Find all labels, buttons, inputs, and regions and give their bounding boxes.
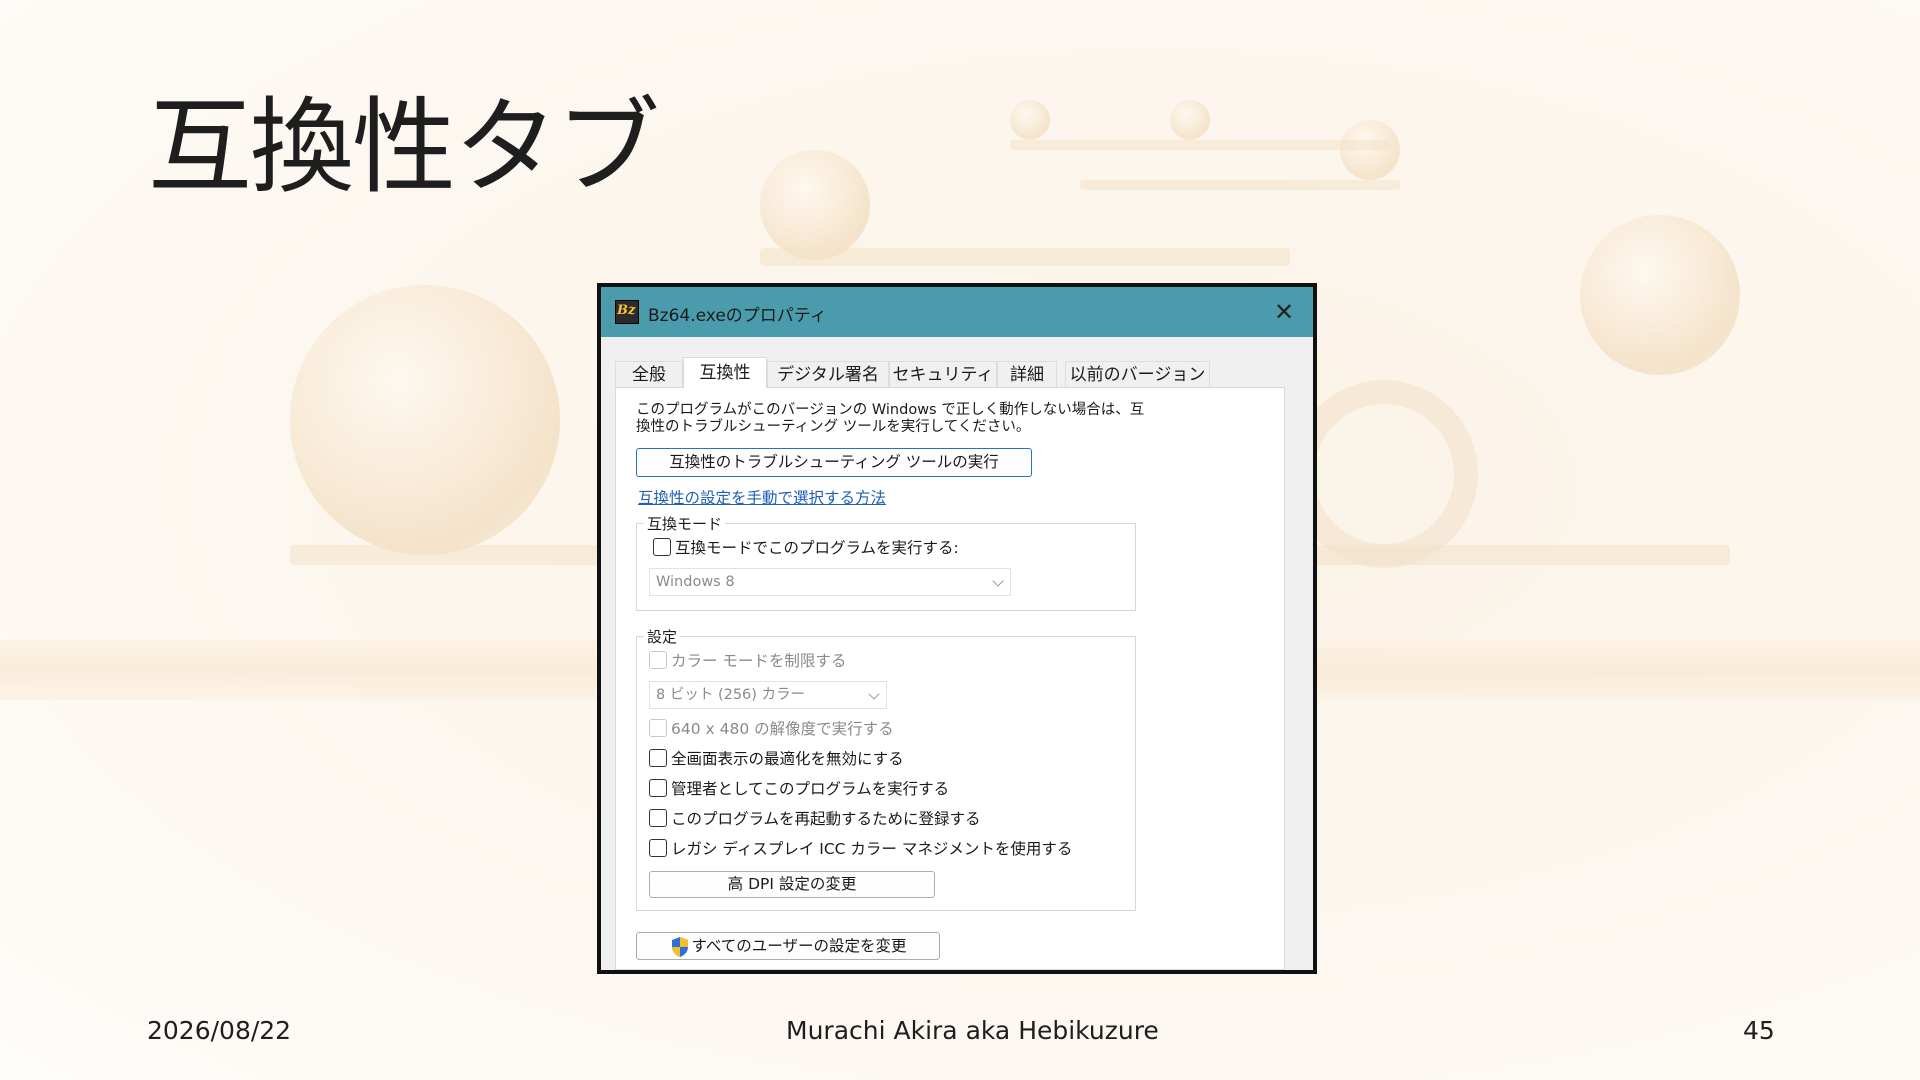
color-mode-label: カラー モードを制限する [671,652,847,670]
compat-mode-label: 互換モード [644,513,726,534]
compat-mode-group: 互換モード 互換モードでこのプログラムを実行する: Windows 8 [636,513,1136,611]
color-depth-select[interactable]: 8 ビット (256) カラー [649,681,887,709]
legacy-icc-option: レガシ ディスプレイ ICC カラー マネジメントを使用する [649,837,1072,859]
compatibility-panel: このプログラムがこのバージョンの Windows で正しく動作しない場合は、互換… [615,387,1285,970]
background-bar [1010,140,1390,150]
fullscreen-opt-label: 全画面表示の最適化を無効にする [671,750,904,768]
app-icon: Bz [615,300,639,324]
settings-group-label: 設定 [644,626,681,647]
close-button[interactable]: ✕ [1267,295,1301,329]
run-admin-option: 管理者としてこのプログラムを実行する [649,777,949,799]
register-restart-checkbox[interactable] [649,809,667,827]
background-sphere [1340,120,1400,180]
legacy-icc-label: レガシ ディスプレイ ICC カラー マネジメントを使用する [671,840,1073,858]
register-restart-option: このプログラムを再起動するために登録する [649,807,981,829]
dialog-body: 全般 互換性 デジタル署名 セキュリティ 詳細 以前のバージョン このプログラム… [601,337,1313,970]
color-mode-checkbox[interactable] [649,651,667,669]
all-users-label: すべてのユーザーの設定を変更 [691,937,907,955]
background-sphere [1170,100,1210,140]
troubleshoot-button[interactable]: 互換性のトラブルシューティング ツールの実行 [636,448,1032,477]
run-admin-label: 管理者としてこのプログラムを実行する [671,780,950,798]
settings-group: 設定 カラー モードを制限する 8 ビット (256) カラー 640 x 48… [636,626,1136,911]
compat-mode-checkbox[interactable] [653,538,671,556]
fullscreen-opt-option: 全画面表示の最適化を無効にする [649,747,904,769]
compat-mode-option: 互換モードでこのプログラムを実行する: [653,536,959,558]
fullscreen-opt-checkbox[interactable] [649,749,667,767]
os-version-value: Windows 8 [656,574,735,590]
background-bar [760,248,1290,266]
background-sphere [1010,100,1050,140]
high-dpi-button[interactable]: 高 DPI 設定の変更 [649,871,935,898]
background-sphere [290,285,560,555]
compat-mode-checkbox-label: 互換モードでこのプログラムを実行する: [675,539,959,557]
footer-date: 2026/08/22 [147,1016,292,1045]
compat-description: このプログラムがこのバージョンの Windows で正しく動作しない場合は、互換… [636,402,1145,435]
legacy-icc-checkbox[interactable] [649,839,667,857]
window-title: Bz64.exeのプロパティ [648,306,827,326]
slide-title: 互換性タブ [148,86,660,208]
all-users-button[interactable]: すべてのユーザーの設定を変更 [636,932,940,960]
res-640-option: 640 x 480 の解像度で実行する [649,717,894,739]
background-ring [1290,380,1478,568]
page-number: 45 [1743,1016,1775,1045]
tab-strip: 全般 互換性 デジタル署名 セキュリティ 詳細 以前のバージョン [615,357,1305,388]
background-bar [1080,180,1400,190]
tab-digital-signature[interactable]: デジタル署名 [767,361,889,387]
run-admin-checkbox[interactable] [649,779,667,797]
os-version-select[interactable]: Windows 8 [649,568,1011,596]
properties-dialog: Bz Bz64.exeのプロパティ ✕ 全般 互換性 デジタル署名 セキュリティ… [597,283,1317,974]
chevron-down-icon [868,688,880,700]
background-sphere [1580,215,1740,375]
tab-general[interactable]: 全般 [615,361,683,387]
title-bar[interactable]: Bz Bz64.exeのプロパティ ✕ [601,287,1313,337]
res-640-label: 640 x 480 の解像度で実行する [671,720,894,738]
shield-icon [671,936,688,957]
tab-details[interactable]: 詳細 [997,361,1057,387]
tab-security[interactable]: セキュリティ [889,361,997,387]
footer-author: Murachi Akira aka Hebikuzure [786,1016,1159,1045]
color-depth-value: 8 ビット (256) カラー [656,687,806,703]
background-sphere [760,150,870,260]
chevron-down-icon [992,575,1004,587]
tab-previous-versions[interactable]: 以前のバージョン [1065,361,1210,387]
color-mode-option: カラー モードを制限する [649,649,846,671]
register-restart-label: このプログラムを再起動するために登録する [671,810,981,828]
tab-compatibility[interactable]: 互換性 [683,357,767,388]
manual-settings-link[interactable]: 互換性の設定を手動で選択する方法 [638,486,886,508]
res-640-checkbox[interactable] [649,719,667,737]
